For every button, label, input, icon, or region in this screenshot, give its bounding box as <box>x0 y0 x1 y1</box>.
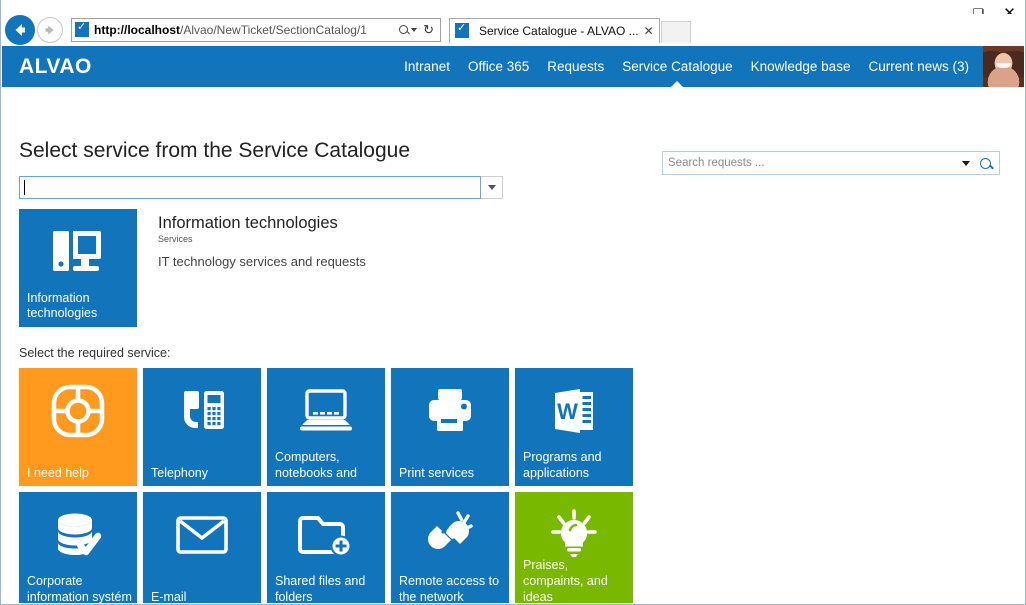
address-bar[interactable]: http://localhost/Alvao/NewTicket/Section… <box>71 18 441 42</box>
word-document-icon: W <box>515 382 633 440</box>
address-search-icon[interactable] <box>399 25 408 34</box>
service-tile-label: Print services <box>399 465 505 481</box>
service-tile-label: Shared files and folders <box>275 573 381 603</box>
service-tile-label: Corporate information systém <box>27 573 133 603</box>
lifebuoy-icon <box>19 382 137 440</box>
service-tile-telephony[interactable]: Telephony <box>143 368 261 486</box>
service-tile-praises-complaints-ideas[interactable]: Praises, compaints, and ideas <box>515 492 633 603</box>
browser-toolbar: http://localhost/Alvao/NewTicket/Section… <box>1 14 1025 45</box>
avatar[interactable] <box>983 46 1024 87</box>
nav-item-requests[interactable]: Requests <box>538 46 613 87</box>
service-tile-label: Telephony <box>151 465 257 481</box>
nav-item-intranet[interactable]: Intranet <box>395 46 459 87</box>
section-summary: Information technologies Information tec… <box>19 209 1024 327</box>
chevron-down-icon <box>488 185 496 190</box>
envelope-icon <box>143 506 261 564</box>
desktop-computer-icon <box>19 225 137 283</box>
search-icon[interactable] <box>980 158 991 169</box>
service-tile-corporate-information-system[interactable]: Corporate information systém <box>19 492 137 603</box>
address-bar-icons: ↻ <box>399 22 437 38</box>
service-combobox[interactable] <box>19 176 503 199</box>
nav-item-office365[interactable]: Office 365 <box>459 46 538 87</box>
tab-title: Service Catalogue - ALVAO ... <box>479 24 639 38</box>
new-tab-button[interactable] <box>661 21 691 43</box>
site-favicon-icon <box>75 22 89 37</box>
address-url: http://localhost/Alvao/NewTicket/Section… <box>94 23 399 37</box>
section-tile-label: Information technologies <box>27 291 137 321</box>
tab-favicon-icon <box>455 23 469 38</box>
nav-item-knowledge-base[interactable]: Knowledge base <box>742 46 860 87</box>
tab-service-catalogue[interactable]: Service Catalogue - ALVAO ... ✕ <box>449 18 660 43</box>
service-combobox-input[interactable] <box>19 176 481 199</box>
section-subheading: Services <box>158 234 366 244</box>
folder-plus-icon <box>267 506 385 564</box>
back-arrow-icon <box>11 21 29 39</box>
nav-item-service-catalogue[interactable]: Service Catalogue <box>613 46 741 87</box>
forward-button[interactable] <box>37 17 63 43</box>
service-tile-label: Programs and applications <box>523 449 629 481</box>
service-tile-print-services[interactable]: Print services <box>391 368 509 486</box>
address-url-host: http://localhost <box>94 23 180 37</box>
title-bar: – ❑ ✕ <box>1 0 1025 14</box>
chevron-down-icon[interactable] <box>411 28 417 32</box>
search-requests-box[interactable] <box>662 151 1000 175</box>
service-tile-email[interactable]: E-mail <box>143 492 261 603</box>
service-tile-label: I need help <box>27 465 133 481</box>
close-icon[interactable]: ✕ <box>644 24 654 38</box>
section-heading: Information technologies <box>158 213 366 233</box>
main-navigation: Intranet Office 365 Requests Service Cat… <box>395 46 1024 87</box>
service-tile-remote-access[interactable]: Remote access to the network <box>391 492 509 603</box>
forward-arrow-icon <box>42 22 58 38</box>
select-service-prompt: Select the required service: <box>19 346 1024 360</box>
back-button[interactable] <box>5 15 35 45</box>
refresh-icon[interactable]: ↻ <box>420 22 437 38</box>
lightbulb-icon <box>515 506 633 564</box>
page-content: Select service from the Service Catalogu… <box>2 139 1024 603</box>
app-header: ALVAO Intranet Office 365 Requests Servi… <box>2 46 1024 87</box>
telephone-icon <box>143 382 261 440</box>
service-tile-label: Remote access to the network <box>399 573 505 603</box>
nav-item-current-news[interactable]: Current news (3) <box>859 46 978 87</box>
service-tile-computers-notebooks[interactable]: Computers, notebooks and <box>267 368 385 486</box>
service-tile-label: E-mail <box>151 589 257 603</box>
tab-strip: Service Catalogue - ALVAO ... ✕ <box>449 17 691 43</box>
service-tile-i-need-help[interactable]: I need help <box>19 368 137 486</box>
plug-connector-icon <box>391 506 509 564</box>
service-tile-programs-applications[interactable]: W Programs and applications <box>515 368 633 486</box>
section-info: Information technologies Services IT tec… <box>158 209 366 327</box>
database-check-icon <box>19 506 137 564</box>
chevron-down-icon[interactable] <box>962 161 970 166</box>
search-input[interactable] <box>668 157 958 169</box>
svg-text:W: W <box>557 399 578 424</box>
service-tile-grid: I need help <box>19 368 639 603</box>
address-url-path: /Alvao/NewTicket/SectionCatalog/1 <box>180 23 367 37</box>
service-tile-label: Praises, compaints, and ideas <box>523 557 629 603</box>
page-viewport: ALVAO Intranet Office 365 Requests Servi… <box>2 46 1024 603</box>
browser-window: – ❑ ✕ http://localhost/Alvao/NewTicket/S… <box>0 0 1026 605</box>
service-tile-label: Computers, notebooks and <box>275 449 381 481</box>
service-tile-shared-files-folders[interactable]: Shared files and folders <box>267 492 385 603</box>
service-combobox-toggle[interactable] <box>481 176 503 199</box>
alvao-logo[interactable]: ALVAO <box>19 55 92 79</box>
section-tile-information-technologies[interactable]: Information technologies <box>19 209 137 327</box>
section-description: IT technology services and requests <box>158 254 366 269</box>
printer-icon <box>391 382 509 440</box>
laptop-icon <box>267 382 385 440</box>
